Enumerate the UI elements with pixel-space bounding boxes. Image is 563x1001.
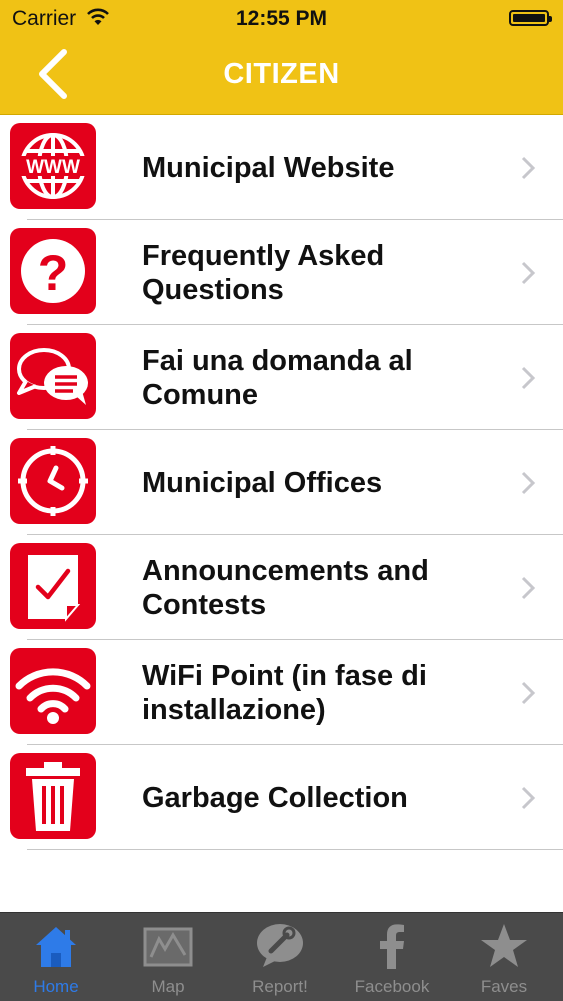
chevron-right-icon [521,576,536,600]
tab-label: Report! [252,977,308,996]
menu-item-garbage-collection[interactable]: Garbage Collection [0,745,563,850]
chat-bubbles-icon [10,333,96,419]
menu-item-label: Municipal Offices [142,466,383,499]
document-check-icon [10,543,96,629]
svg-text:WWW: WWW [26,157,80,178]
menu-item-label: Announcements and Contests [142,554,429,621]
tab-label: Map [151,977,185,996]
chevron-right-icon [521,681,536,705]
tab-label: Facebook [354,977,430,996]
map-icon [143,927,193,967]
menu-item-label: WiFi Point (in fase di installazione) [142,659,427,726]
chevron-right-icon [521,261,536,285]
menu-item-label: Garbage Collection [142,781,408,814]
menu-item-wifi-point[interactable]: WiFi Point (in fase di installazione) [0,640,563,745]
tab-bar: Home Map Report! Facebook Faves [0,912,563,1001]
status-bar: Carrier 12:55 PM [0,0,563,36]
menu-item-label: Municipal Website [142,151,395,184]
clock-icon [10,438,96,524]
tab-map[interactable]: Map [112,913,224,1001]
menu-item-label: Frequently Asked Questions [142,239,385,306]
home-icon [36,927,76,967]
trash-bin-icon [10,753,96,839]
row-divider [27,849,563,850]
facebook-icon [380,924,404,969]
tab-home[interactable]: Home [0,913,112,1001]
menu-item-ask-question[interactable]: Fai una domanda al Comune [0,325,563,430]
report-wrench-icon [257,924,303,967]
header-bar: Carrier 12:55 PM CITIZEN [0,0,563,115]
tab-label: Home [33,977,79,996]
question-mark-icon: ? [10,228,96,314]
menu-item-municipal-website[interactable]: WWW Municipal Website [0,115,563,220]
globe-www-icon: WWW [10,123,96,209]
tab-report[interactable]: Report! [224,913,336,1001]
chevron-right-icon [521,471,536,495]
menu-item-faq[interactable]: ? Frequently Asked Questions [0,220,563,325]
battery-icon [509,10,552,26]
tab-label: Faves [480,977,528,996]
chevron-right-icon [521,786,536,810]
svg-text:?: ? [38,245,69,301]
wifi-icon [10,648,96,734]
menu-list: WWW Municipal Website ? Frequently Asked… [0,115,563,850]
star-icon [481,924,527,967]
tab-facebook[interactable]: Facebook [336,913,448,1001]
chevron-right-icon [521,366,536,390]
page-title: CITIZEN [223,58,340,90]
clock-time: 12:55 PM [235,7,328,30]
tab-faves[interactable]: Faves [448,913,560,1001]
chevron-right-icon [521,156,536,180]
menu-item-municipal-offices[interactable]: Municipal Offices [0,430,563,535]
menu-item-announcements[interactable]: Announcements and Contests [0,535,563,640]
menu-item-label: Fai una domanda al Comune [142,344,413,411]
